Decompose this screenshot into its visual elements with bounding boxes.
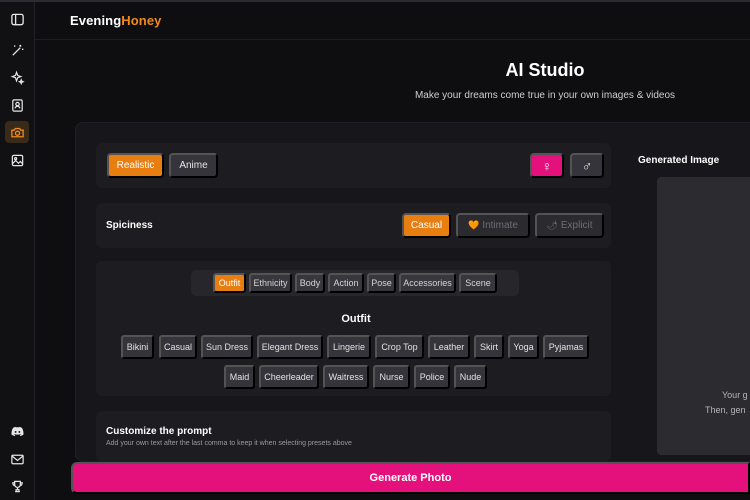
explicit-label: Explicit [560, 220, 593, 231]
intimate-spice-button[interactable]: 🧡 Intimate [456, 213, 530, 238]
portrait-card-icon [11, 98, 23, 112]
tab-accessories[interactable]: Accessories [399, 273, 456, 293]
sidebar-item-studio[interactable] [5, 121, 29, 143]
outfit-option-lingerie[interactable]: Lingerie [327, 335, 371, 359]
sidebar-item-gallery[interactable] [5, 149, 29, 171]
top-bar: EveningHoney [0, 0, 750, 40]
anime-button[interactable]: Anime [169, 153, 218, 178]
outfit-option-leather[interactable]: Leather [428, 335, 470, 359]
camera-icon [10, 127, 24, 137]
outfit-option-bikini[interactable]: Bikini [121, 335, 154, 359]
page-title: AI Studio [505, 60, 585, 80]
outfit-option-pyjamas[interactable]: Pyjamas [543, 335, 589, 359]
casual-spice-button[interactable]: Casual [402, 213, 451, 238]
tab-ethnicity[interactable]: Ethnicity [249, 273, 292, 293]
outfit-option-cheerleader[interactable]: Cheerleader [259, 365, 319, 389]
studio-panel: Realistic Anime ♀ ♂ Spiciness Casual 🧡 In… [75, 122, 750, 462]
sidebar-item-characters[interactable] [5, 94, 29, 116]
sidebar [0, 0, 35, 500]
sidebar-item-magic[interactable] [5, 39, 29, 61]
sidebar-toggle-button[interactable] [5, 8, 29, 30]
tab-outfit[interactable]: Outfit [213, 273, 246, 293]
male-icon: ♂ [581, 157, 593, 174]
outfit-option-skirt[interactable]: Skirt [474, 335, 504, 359]
sidebar-item-mail[interactable] [5, 448, 29, 470]
outfit-option-nude[interactable]: Nude [454, 365, 487, 389]
spiciness-section [96, 203, 611, 248]
generated-image-label: Generated Image [638, 155, 720, 166]
page-subtitle: Make your dreams come true in your own i… [414, 90, 676, 101]
outfit-option-elegant-dress[interactable]: Elegant Dress [257, 335, 323, 359]
spiciness-label: Spiciness [106, 220, 153, 231]
female-icon: ♀ [541, 157, 553, 174]
outfit-option-nurse[interactable]: Nurse [373, 365, 410, 389]
preset-tabs: Outfit Ethnicity Body Action Pose Access… [191, 270, 519, 296]
intimate-label: Intimate [482, 220, 518, 231]
heart-icon: 🧡 [468, 220, 480, 230]
brand-part-2: Honey [121, 13, 162, 28]
outfit-option-yoga[interactable]: Yoga [508, 335, 539, 359]
tab-body[interactable]: Body [295, 273, 325, 293]
tab-action[interactable]: Action [328, 273, 364, 293]
chili-pepper-icon: 🌶 [546, 220, 558, 230]
magic-wand-icon [11, 44, 23, 56]
explicit-spice-button[interactable]: 🌶 Explicit [535, 213, 604, 238]
tab-pose[interactable]: Pose [367, 273, 396, 293]
trophy-icon [11, 480, 23, 492]
mail-icon [10, 454, 24, 464]
customize-title: Customize the prompt [106, 426, 212, 437]
generated-hint-line-1: Your g [722, 390, 748, 400]
sparkles-icon [10, 70, 25, 85]
sidebar-item-discord[interactable] [5, 420, 29, 442]
generate-photo-button[interactable]: Generate Photo [71, 462, 750, 494]
outfit-option-maid[interactable]: Maid [224, 365, 255, 389]
image-icon [11, 154, 23, 166]
outfit-option-sun-dress[interactable]: Sun Dress [201, 335, 253, 359]
outfit-option-crop-top[interactable]: Crop Top [375, 335, 424, 359]
brand-part-1: Evening [70, 13, 122, 28]
outfit-option-waitress[interactable]: Waitress [323, 365, 369, 389]
sidebar-item-generate[interactable] [5, 66, 29, 88]
sidebar-toggle-icon [10, 13, 24, 25]
customize-description: Add your own text after the last comma t… [106, 440, 352, 447]
generated-hint-line-2: Then, gen [705, 405, 746, 415]
realistic-button[interactable]: Realistic [107, 153, 164, 178]
male-button[interactable]: ♂ [570, 153, 604, 178]
tab-scene[interactable]: Scene [459, 273, 497, 293]
outfit-heading: Outfit [341, 313, 371, 325]
brand-logo[interactable]: EveningHoney [70, 13, 162, 28]
discord-icon [10, 426, 24, 436]
female-button[interactable]: ♀ [530, 153, 564, 178]
sidebar-item-leaderboard[interactable] [5, 475, 29, 497]
outfit-option-casual[interactable]: Casual [159, 335, 197, 359]
outfit-option-police[interactable]: Police [414, 365, 450, 389]
